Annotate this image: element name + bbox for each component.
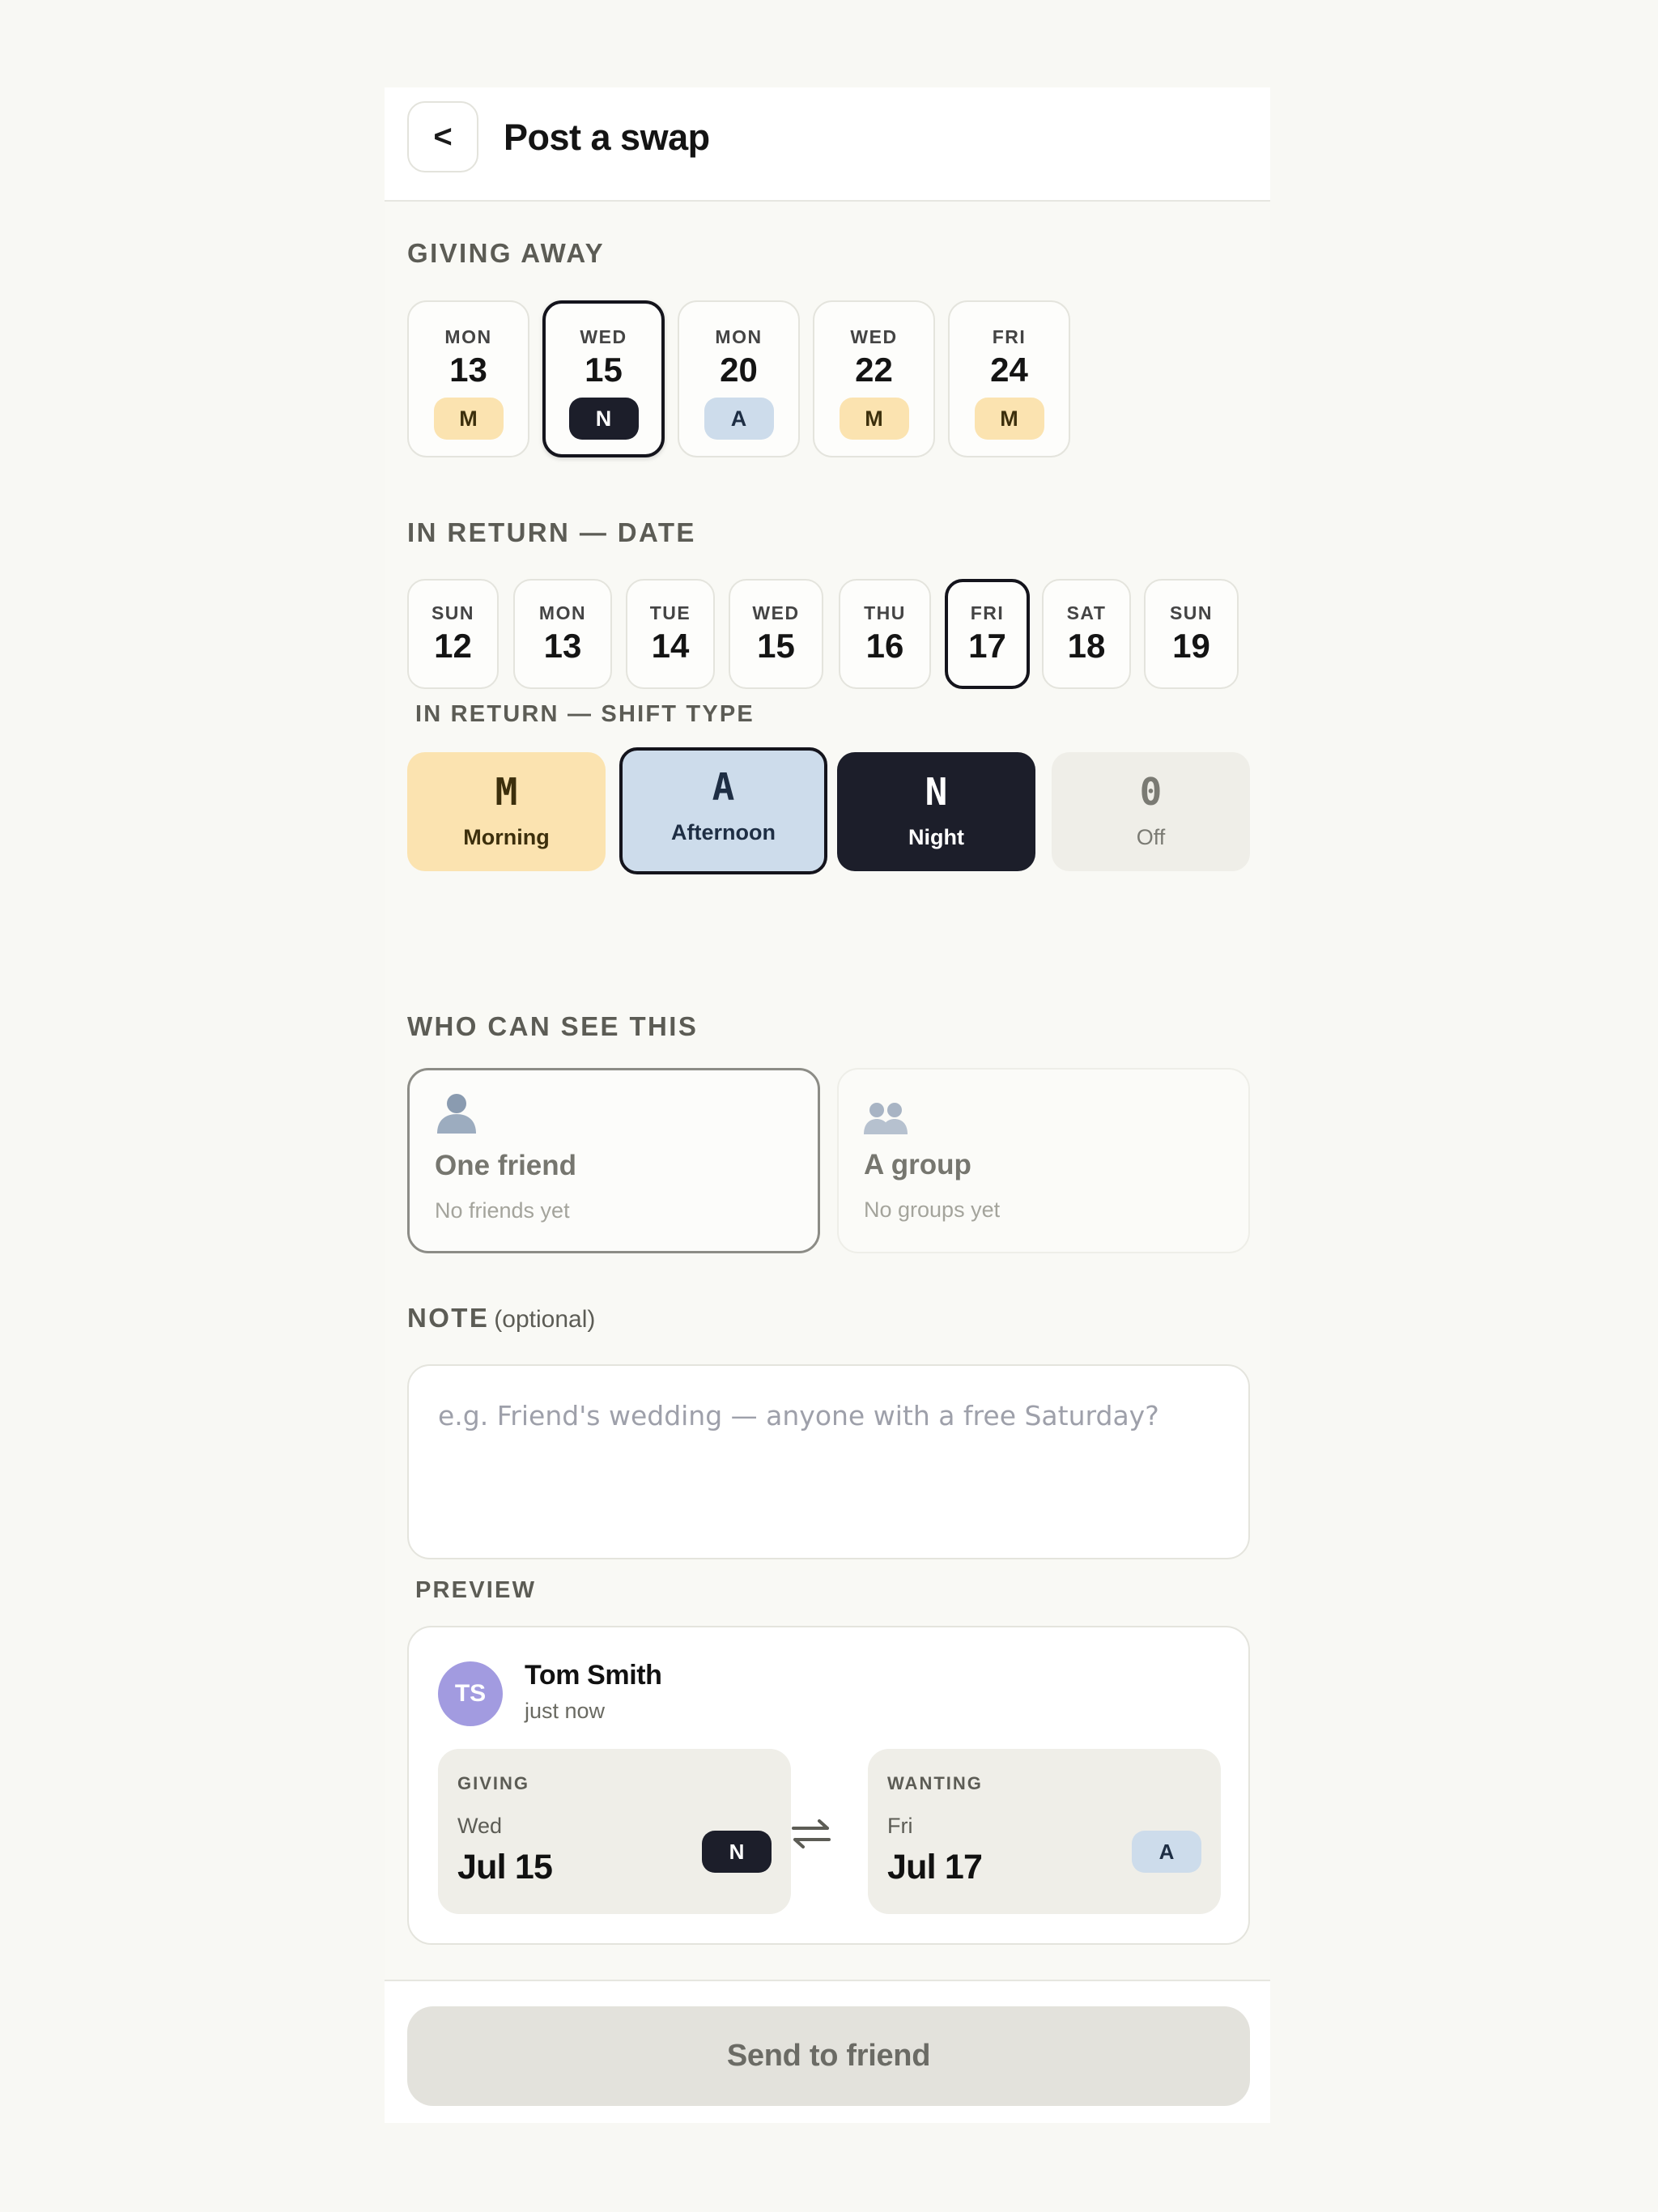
day-number: 22: [855, 351, 893, 389]
wanting-shift-badge: A: [1132, 1831, 1201, 1873]
avatar: TS: [438, 1661, 503, 1726]
return-date-card-selected[interactable]: FRI 17: [945, 579, 1030, 689]
audience-group[interactable]: A group No groups yet: [837, 1068, 1250, 1253]
return-date-label: IN RETURN — DATE: [407, 517, 696, 547]
note-label: NOTE (optional): [407, 1303, 595, 1334]
shift-option-night[interactable]: N Night: [837, 752, 1035, 871]
day-of-week: TUE: [649, 602, 691, 623]
audience-title: A group: [864, 1149, 971, 1180]
note-label-text: NOTE: [407, 1303, 490, 1333]
return-date-card[interactable]: TUE 14: [626, 579, 715, 689]
giving-day-card-selected[interactable]: WED 15 N: [542, 300, 665, 457]
day-of-week: FRI: [992, 326, 1027, 347]
day-number: 18: [1067, 627, 1106, 665]
shift-option-afternoon[interactable]: A Afternoon: [619, 747, 827, 874]
day-of-week: THU: [864, 602, 906, 623]
return-date-card[interactable]: MON 13: [513, 579, 612, 689]
person-icon: [434, 1090, 479, 1139]
giving-box: GIVING Wed Jul 15 N: [438, 1749, 791, 1914]
footer: Send to friend: [385, 1981, 1270, 2123]
back-button[interactable]: <: [407, 101, 478, 172]
giving-day-card[interactable]: WED 22 M: [813, 300, 935, 457]
giving-day-card[interactable]: FRI 24 M: [948, 300, 1070, 457]
page-title: Post a swap: [504, 117, 710, 158]
swap-arrows-icon: [789, 1818, 834, 1850]
day-of-week: WED: [752, 602, 800, 623]
day-of-week: SUN: [1169, 602, 1214, 623]
return-date-card[interactable]: SUN 19: [1144, 579, 1239, 689]
post-swap-screen: < Post a swap GIVING AWAY MON 13 M WED 1…: [385, 87, 1270, 2123]
day-number: 13: [543, 627, 582, 665]
wanting-dow: Fri: [887, 1814, 913, 1838]
giving-date: Jul 15: [457, 1848, 553, 1887]
preview-label: PREVIEW: [415, 1577, 537, 1603]
audience-desc: No groups yet: [864, 1197, 1001, 1222]
shift-name: Off: [1136, 825, 1166, 849]
day-number: 24: [990, 351, 1028, 389]
return-date-card[interactable]: THU 16: [839, 579, 931, 689]
post-time: just now: [525, 1699, 606, 1723]
shift-letter: 0: [1139, 770, 1163, 814]
shift-badge: M: [974, 398, 1044, 440]
return-date-card[interactable]: SUN 12: [407, 579, 499, 689]
day-number: 15: [585, 351, 623, 389]
day-number: 17: [968, 627, 1006, 665]
shift-badge: M: [433, 398, 504, 440]
shift-badge: N: [568, 398, 639, 440]
note-optional: (optional): [494, 1306, 596, 1333]
day-of-week: WED: [580, 326, 627, 347]
day-number: 19: [1172, 627, 1210, 665]
day-number: 15: [757, 627, 795, 665]
day-of-week: MON: [538, 602, 587, 623]
wanting-date: Jul 17: [887, 1848, 983, 1887]
shift-badge: A: [704, 398, 774, 440]
day-of-week: FRI: [970, 602, 1005, 623]
giving-day-card[interactable]: MON 20 A: [678, 300, 800, 457]
wanting-caption: WANTING: [887, 1773, 983, 1793]
day-number: 20: [720, 351, 758, 389]
return-date-card[interactable]: SAT 18: [1042, 579, 1131, 689]
shift-option-morning[interactable]: M Morning: [407, 752, 606, 871]
user-name: Tom Smith: [525, 1660, 662, 1691]
shift-option-off[interactable]: 0 Off: [1052, 752, 1250, 871]
shift-letter: M: [495, 770, 518, 814]
audience-desc: No friends yet: [435, 1198, 570, 1223]
day-of-week: MON: [444, 326, 492, 347]
shift-letter: A: [712, 765, 735, 809]
group-icon: [863, 1100, 908, 1140]
wanting-box: WANTING Fri Jul 17 A: [868, 1749, 1221, 1914]
audience-one-friend[interactable]: One friend No friends yet: [407, 1068, 820, 1253]
day-of-week: MON: [715, 326, 763, 347]
day-of-week: SUN: [431, 602, 475, 623]
send-to-friend-button[interactable]: Send to friend: [407, 2006, 1250, 2106]
shift-name: Night: [908, 825, 964, 849]
day-number: 14: [651, 627, 690, 665]
giving-shift-badge: N: [702, 1831, 772, 1873]
header: < Post a swap: [385, 87, 1270, 202]
note-input[interactable]: [407, 1364, 1250, 1559]
shift-type-label: IN RETURN — SHIFT TYPE: [415, 701, 755, 727]
giving-dow: Wed: [457, 1814, 503, 1838]
giving-away-label: GIVING AWAY: [407, 238, 606, 268]
day-of-week: WED: [850, 326, 898, 347]
giving-day-card[interactable]: MON 13 M: [407, 300, 529, 457]
day-number: 12: [434, 627, 472, 665]
return-date-card[interactable]: WED 15: [729, 579, 823, 689]
giving-caption: GIVING: [457, 1773, 530, 1793]
day-number: 16: [865, 627, 904, 665]
shift-badge: M: [839, 398, 909, 440]
shift-name: Morning: [463, 825, 550, 849]
audience-label: WHO CAN SEE THIS: [407, 1011, 699, 1041]
shift-name: Afternoon: [671, 820, 776, 844]
audience-title: One friend: [435, 1150, 577, 1181]
day-number: 13: [449, 351, 487, 389]
preview-card: TS Tom Smith just now GIVING Wed Jul 15 …: [407, 1626, 1250, 1945]
shift-letter: N: [925, 770, 948, 814]
day-of-week: SAT: [1066, 602, 1107, 623]
